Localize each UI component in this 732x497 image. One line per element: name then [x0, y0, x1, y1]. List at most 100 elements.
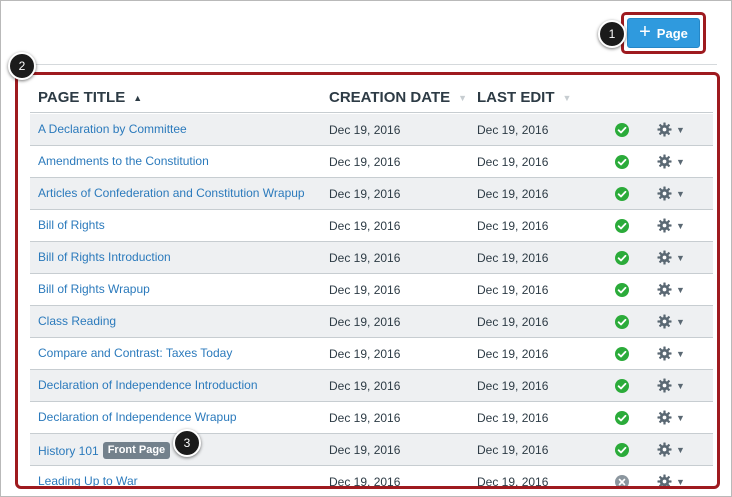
page-title-link[interactable]: Compare and Contrast: Taxes Today [38, 346, 232, 360]
table-header: PAGE TITLE ▲ CREATION DATE ▼ LAST EDIT ▼ [30, 83, 713, 113]
caret-down-icon: ▼ [676, 412, 685, 423]
caret-down-icon: ▼ [676, 380, 685, 391]
caret-down-icon: ▼ [676, 156, 685, 167]
row-settings-menu[interactable]: ▼ [657, 122, 685, 137]
row-settings-menu[interactable]: ▼ [657, 410, 685, 425]
page-title-cell: A Declaration by Committee [38, 122, 187, 136]
row-settings-menu[interactable]: ▼ [657, 474, 685, 486]
gear-icon [657, 250, 672, 265]
row-settings-menu[interactable]: ▼ [657, 314, 685, 329]
row-settings-menu[interactable]: ▼ [657, 378, 685, 393]
table-row: Leading Up to War Dec 19, 2016 Dec 19, 201… [30, 466, 713, 489]
table-row: Bill of Rights Wrapup Dec 19, 2016 Dec 19,… [30, 274, 713, 306]
row-settings-menu[interactable]: ▼ [657, 282, 685, 297]
creation-date-cell: Dec 19, 2016 [329, 379, 401, 393]
page-title-cell: History 101 Front Page [38, 442, 171, 459]
sort-descending-icon: ▼ [458, 92, 468, 103]
row-settings-menu[interactable]: ▼ [657, 218, 685, 233]
add-page-highlight: + Page [621, 12, 706, 54]
sort-ascending-icon: ▲ [133, 92, 143, 103]
page-title-cell: Bill of Rights Introduction [38, 250, 171, 264]
gear-icon [657, 442, 672, 457]
table-body: A Declaration by Committee Dec 19, 2016 De… [30, 114, 713, 489]
caret-down-icon: ▼ [676, 444, 685, 455]
pages-table-highlight: PAGE TITLE ▲ CREATION DATE ▼ LAST EDIT ▼… [15, 72, 720, 489]
page-title-cell: Bill of Rights [38, 218, 105, 232]
page-title-link[interactable]: History 101 [38, 444, 99, 458]
creation-date-cell: Dec 19, 2016 [329, 219, 401, 233]
creation-date-cell: Dec 19, 2016 [329, 411, 401, 425]
row-settings-menu[interactable]: ▼ [657, 442, 685, 457]
creation-date-cell: Dec 19, 2016 [329, 123, 401, 137]
row-settings-menu[interactable]: ▼ [657, 346, 685, 361]
page-title-cell: Class Reading [38, 314, 116, 328]
published-check-icon[interactable] [615, 443, 629, 457]
creation-date-cell: Dec 19, 2016 [329, 443, 401, 457]
last-edit-cell: Dec 19, 2016 [477, 315, 549, 329]
creation-date-cell: Dec 19, 2016 [329, 187, 401, 201]
page-title-link[interactable]: Bill of Rights [38, 218, 105, 232]
published-check-icon[interactable] [615, 219, 629, 233]
caret-down-icon: ▼ [676, 220, 685, 231]
table-row: Bill of Rights Dec 19, 2016 Dec 19, 2016 ▼ [30, 210, 713, 242]
row-settings-menu[interactable]: ▼ [657, 250, 685, 265]
page-title-link[interactable]: A Declaration by Committee [38, 122, 187, 136]
page-title-cell: Amendments to the Constitution [38, 154, 209, 168]
header-divider [29, 64, 717, 65]
unpublished-icon[interactable] [615, 475, 629, 486]
gear-icon [657, 474, 672, 486]
last-edit-cell: Dec 19, 2016 [477, 187, 549, 201]
callout-1: 1 [598, 20, 626, 48]
page-title-link[interactable]: Bill of Rights Wrapup [38, 282, 150, 296]
published-check-icon[interactable] [615, 411, 629, 425]
callout-3: 3 [173, 429, 201, 457]
gear-icon [657, 122, 672, 137]
table-row: Articles of Confederation and Constituti… [30, 178, 713, 210]
page-title-cell: Compare and Contrast: Taxes Today [38, 346, 232, 360]
page-title-cell: Declaration of Independence Introduction [38, 378, 258, 392]
caret-down-icon: ▼ [676, 316, 685, 327]
page-title-link[interactable]: Declaration of Independence Introduction [38, 378, 258, 392]
table-row: Amendments to the Constitution Dec 19, 20… [30, 146, 713, 178]
row-settings-menu[interactable]: ▼ [657, 154, 685, 169]
page-title-link[interactable]: Class Reading [38, 314, 116, 328]
published-check-icon[interactable] [615, 347, 629, 361]
last-edit-cell: Dec 19, 2016 [477, 283, 549, 297]
gear-icon [657, 218, 672, 233]
callout-2: 2 [8, 52, 36, 80]
column-header-last-edit[interactable]: LAST EDIT ▼ [477, 89, 571, 106]
caret-down-icon: ▼ [676, 348, 685, 359]
published-check-icon[interactable] [615, 283, 629, 297]
column-header-title[interactable]: PAGE TITLE ▲ [38, 89, 142, 106]
caret-down-icon: ▼ [676, 124, 685, 135]
table-row: Bill of Rights Introduction Dec 19, 2016 D… [30, 242, 713, 274]
last-edit-cell: Dec 19, 2016 [477, 475, 549, 489]
add-page-button[interactable]: + Page [627, 18, 700, 48]
published-check-icon[interactable] [615, 187, 629, 201]
published-check-icon[interactable] [615, 123, 629, 137]
page-title-link[interactable]: Articles of Confederation and Constituti… [38, 186, 305, 200]
last-edit-cell: Dec 19, 2016 [477, 347, 549, 361]
column-header-created[interactable]: CREATION DATE ▼ [329, 89, 467, 106]
page-title-link[interactable]: Amendments to the Constitution [38, 154, 209, 168]
last-edit-cell: Dec 19, 2016 [477, 379, 549, 393]
table-row: Compare and Contrast: Taxes Today Dec 19,… [30, 338, 713, 370]
published-check-icon[interactable] [615, 155, 629, 169]
page-title-cell: Articles of Confederation and Constituti… [38, 186, 305, 200]
creation-date-cell: Dec 19, 2016 [329, 251, 401, 265]
page-frame: + Page PAGE TITLE ▲ CREATION DATE ▼ LAST… [0, 0, 732, 497]
published-check-icon[interactable] [615, 315, 629, 329]
page-title-link[interactable]: Bill of Rights Introduction [38, 250, 171, 264]
last-edit-cell: Dec 19, 2016 [477, 411, 549, 425]
gear-icon [657, 186, 672, 201]
row-settings-menu[interactable]: ▼ [657, 186, 685, 201]
published-check-icon[interactable] [615, 379, 629, 393]
last-edit-cell: Dec 19, 2016 [477, 123, 549, 137]
page-title-cell: Bill of Rights Wrapup [38, 282, 150, 296]
last-edit-cell: Dec 19, 2016 [477, 155, 549, 169]
page-title-link[interactable]: Declaration of Independence Wrapup [38, 410, 237, 424]
published-check-icon[interactable] [615, 251, 629, 265]
page-title-link[interactable]: Leading Up to War [38, 474, 138, 486]
caret-down-icon: ▼ [676, 284, 685, 295]
table-row: Declaration of Independence Introduction… [30, 370, 713, 402]
